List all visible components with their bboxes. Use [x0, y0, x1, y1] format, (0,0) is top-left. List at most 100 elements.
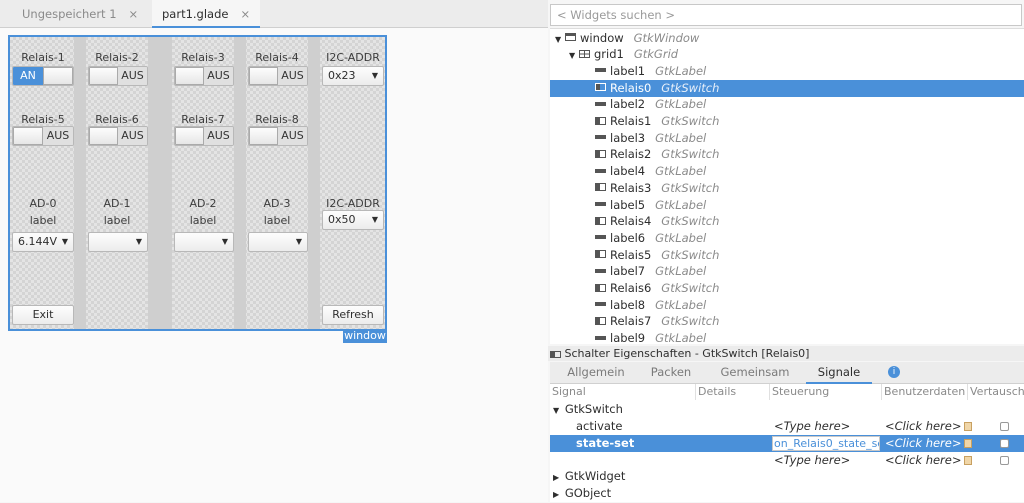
- window-icon: [565, 33, 576, 41]
- column-vertauschen[interactable]: Vertausch: [968, 384, 1024, 400]
- widget-tree[interactable]: ▼ window GtkWindow ▼ grid1 GtkGrid label1 GtkLa…: [550, 28, 1024, 347]
- tree-row-label9[interactable]: label9 GtkLabel: [550, 330, 1024, 347]
- switch-knob[interactable]: [175, 127, 204, 145]
- userdata-field[interactable]: <Click here>: [885, 452, 972, 469]
- tab-ungespeichert[interactable]: Ungespeichert 1 ×: [12, 0, 148, 28]
- column-details[interactable]: Details: [696, 384, 770, 400]
- relais5-switch[interactable]: AUS: [88, 126, 148, 146]
- widget-name: Relais2: [610, 147, 652, 162]
- relais2-switch[interactable]: AUS: [174, 66, 234, 86]
- tree-row-relais7[interactable]: Relais7 GtkSwitch: [550, 313, 1024, 330]
- tree-row-label2[interactable]: label2 GtkLabel: [550, 96, 1024, 113]
- ad-0-gain-combo[interactable]: 6.144V ▼: [12, 232, 74, 252]
- widget-name: Relais4: [610, 214, 652, 229]
- column-benutzerdaten[interactable]: Benutzerdaten: [882, 384, 968, 400]
- design-window[interactable]: Relais-1 Relais-2 Relais-3 Relais-4 I2C-…: [8, 35, 387, 331]
- group-name: GtkWidget: [564, 469, 626, 483]
- handler-field[interactable]: <Type here>: [774, 418, 850, 435]
- tree-row-window[interactable]: ▼ window GtkWindow: [550, 30, 1024, 47]
- switch-knob[interactable]: [13, 127, 43, 145]
- switch-knob[interactable]: [249, 67, 278, 85]
- edit-icon[interactable]: [963, 422, 972, 431]
- combo-value: 6.144V: [18, 235, 58, 248]
- tab-signale[interactable]: Signale: [806, 362, 872, 384]
- signal-row-activate[interactable]: activate <Type here> <Click here>: [550, 418, 1024, 435]
- tree-row-label8[interactable]: label8 GtkLabel: [550, 297, 1024, 314]
- tree-row-relais0[interactable]: Relais0 GtkSwitch: [550, 79, 1024, 97]
- exit-button[interactable]: Exit: [12, 305, 74, 325]
- ad-2-gain-combo[interactable]: ▼: [174, 232, 234, 252]
- ad-2-value-label: label: [189, 214, 217, 227]
- expander-icon[interactable]: ▼: [555, 31, 565, 48]
- relais0-switch[interactable]: AN: [12, 66, 74, 86]
- handler-field[interactable]: <Type here>: [774, 452, 850, 469]
- switch-knob[interactable]: [175, 67, 204, 85]
- group-row-gobject[interactable]: ▶ GObject: [550, 485, 1024, 502]
- tree-row-relais6[interactable]: Relais6 GtkSwitch: [550, 280, 1024, 297]
- relais-8-label: Relais-8: [255, 113, 299, 126]
- swap-checkbox[interactable]: [1000, 439, 1009, 448]
- relais4-switch[interactable]: AUS: [12, 126, 74, 146]
- switch-knob[interactable]: [249, 127, 278, 145]
- edit-icon[interactable]: [963, 456, 972, 465]
- widget-name: label4: [610, 164, 646, 179]
- expander-icon[interactable]: ▼: [569, 47, 579, 64]
- tab-gemeinsam[interactable]: Gemeinsam: [716, 362, 794, 384]
- tree-row-label5[interactable]: label5 GtkLabel: [550, 197, 1024, 214]
- refresh-button[interactable]: Refresh: [322, 305, 384, 325]
- tab-part1-glade[interactable]: part1.glade ×: [152, 0, 260, 28]
- edit-icon[interactable]: [963, 439, 972, 448]
- swap-checkbox[interactable]: [1000, 422, 1009, 431]
- ad-3-gain-combo[interactable]: ▼: [248, 232, 308, 252]
- column-signal[interactable]: Signal: [550, 384, 696, 400]
- relais3-switch[interactable]: AUS: [248, 66, 308, 86]
- relais7-switch[interactable]: AUS: [248, 126, 308, 146]
- signal-row-state-set[interactable]: state-set on_Relais0_state_set <Click he…: [550, 435, 1024, 452]
- userdata-text: <Click here>: [885, 419, 962, 433]
- tree-row-label3[interactable]: label3 GtkLabel: [550, 130, 1024, 147]
- ad-3-label: AD-3: [263, 197, 291, 210]
- tree-row-relais5[interactable]: Relais5 GtkSwitch: [550, 247, 1024, 264]
- ad-1-label: AD-1: [103, 197, 131, 210]
- widget-search-input[interactable]: < Widgets suchen >: [550, 4, 1022, 26]
- widget-name: label3: [610, 130, 646, 145]
- widget-name: label6: [610, 230, 646, 245]
- i2c-addr-combo-1[interactable]: 0x23 ▼: [322, 66, 384, 86]
- handler-edit-input[interactable]: on_Relais0_state_set: [772, 436, 880, 451]
- tree-row-label6[interactable]: label6 GtkLabel: [550, 230, 1024, 247]
- tree-row-label7[interactable]: label7 GtkLabel: [550, 263, 1024, 280]
- signal-name: activate: [576, 419, 623, 433]
- tree-row-label4[interactable]: label4 GtkLabel: [550, 163, 1024, 180]
- info-icon[interactable]: i: [888, 366, 900, 378]
- tab-allgemein[interactable]: Allgemein: [560, 362, 632, 384]
- ad-1-gain-combo[interactable]: ▼: [88, 232, 148, 252]
- relais1-switch[interactable]: AUS: [88, 66, 148, 86]
- expander-open-icon[interactable]: ▼: [553, 406, 559, 415]
- tree-row-label1[interactable]: label1 GtkLabel: [550, 63, 1024, 80]
- group-name: GtkSwitch: [564, 402, 623, 416]
- tree-row-relais1[interactable]: Relais1 GtkSwitch: [550, 113, 1024, 130]
- switch-knob[interactable]: [89, 67, 118, 85]
- close-icon[interactable]: ×: [129, 7, 139, 21]
- close-icon[interactable]: ×: [240, 7, 250, 21]
- tree-row-relais2[interactable]: Relais2 GtkSwitch: [550, 146, 1024, 163]
- chevron-down-icon: ▼: [135, 237, 142, 246]
- widget-type: GtkLabel: [655, 130, 707, 145]
- expander-closed-icon[interactable]: ▶: [553, 473, 559, 482]
- expander-closed-icon[interactable]: ▶: [553, 490, 559, 499]
- swap-checkbox[interactable]: [1000, 456, 1009, 465]
- tab-packen[interactable]: Packen: [642, 362, 700, 384]
- switch-knob[interactable]: [89, 127, 118, 145]
- relais6-switch[interactable]: AUS: [174, 126, 234, 146]
- column-steuerung[interactable]: Steuerung: [770, 384, 882, 400]
- tree-row-grid1[interactable]: ▼ grid1 GtkGrid: [550, 46, 1024, 63]
- switch-knob[interactable]: [43, 67, 73, 85]
- userdata-field[interactable]: <Click here>: [885, 418, 972, 435]
- tree-row-relais3[interactable]: Relais3 GtkSwitch: [550, 180, 1024, 197]
- group-row-gtkswitch[interactable]: ▼ GtkSwitch: [550, 401, 1024, 418]
- group-row-gtkwidget[interactable]: ▶ GtkWidget: [550, 468, 1024, 485]
- i2c-addr-combo-2[interactable]: 0x50 ▼: [322, 210, 384, 230]
- tree-row-relais4[interactable]: Relais4 GtkSwitch: [550, 213, 1024, 230]
- signal-row-new[interactable]: <Type here> <Click here>: [550, 452, 1024, 469]
- userdata-field[interactable]: <Click here>: [885, 435, 972, 452]
